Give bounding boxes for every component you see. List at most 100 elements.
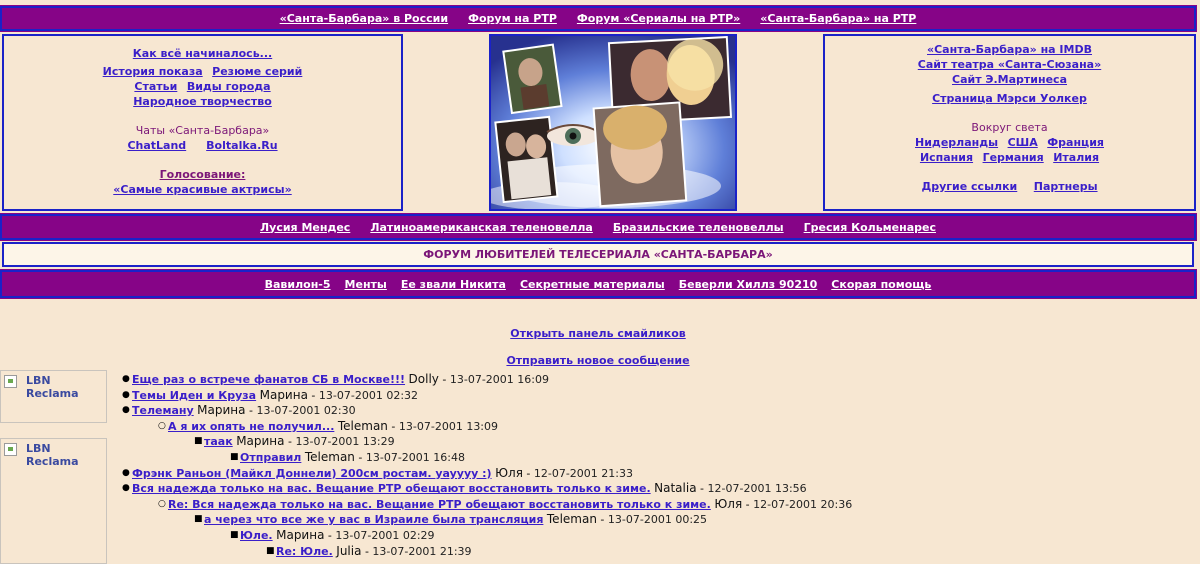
message-title-link[interactable]: Юле.: [240, 529, 273, 542]
link-spain[interactable]: Испания: [920, 151, 973, 164]
left-links-panel: Как всё начиналось... История показа Рез…: [2, 34, 403, 211]
message-title-link[interactable]: А я их опять не получил...: [168, 420, 334, 433]
message-item: ● Фрэнк Раньон (Майкл Доннели) 200см рост…: [122, 465, 633, 480]
ad-label: LBN Reclama: [26, 442, 79, 468]
message-date: 13-07-2001 02:29: [335, 528, 435, 542]
telenovela-nav-bar: Лусия Мендес Латиноамериканская теленове…: [0, 213, 1197, 241]
message-author: Марина: [197, 403, 246, 418]
chats-label: Чаты «Санта-Барбара»: [135, 124, 270, 137]
open-smiley-panel-link[interactable]: Открыть панель смайликов: [510, 327, 686, 340]
message-date: 13-07-2001 21:39: [372, 544, 472, 558]
message-title-link[interactable]: а через что все же у вас в Израиле была …: [204, 513, 543, 526]
bullet-icon: ■: [230, 451, 239, 462]
link-santa-susana-theatre[interactable]: Сайт театра «Санта-Сюзана»: [918, 58, 1101, 71]
broken-image-icon: [4, 443, 17, 456]
link-imdb[interactable]: «Санта-Барбара» на IMDB: [927, 43, 1092, 56]
new-message-link[interactable]: Отправить новое сообщение: [506, 354, 689, 367]
ad-banner[interactable]: LBN Reclama: [0, 370, 107, 423]
message-author: Марина: [276, 527, 325, 542]
message-date: 13-07-2001 00:25: [607, 513, 708, 527]
bullet-icon: ■: [194, 514, 203, 525]
message-item: ■ Отправил Teleman - 13-07-2001 16:48: [230, 449, 465, 464]
nav-x-files[interactable]: Секретные материалы: [520, 278, 665, 291]
ad-banner[interactable]: LBN Reclama: [0, 438, 107, 564]
message-title-link[interactable]: Телеману: [132, 404, 194, 417]
nav-beverly-hills[interactable]: Беверли Хиллз 90210: [679, 278, 818, 291]
nav-santa-barbara-rtr[interactable]: «Санта-Барбара» на РТР: [760, 12, 916, 25]
link-city-views[interactable]: Виды города: [187, 80, 271, 93]
forum-title: ФОРУМ ЛЮБИТЕЛЕЙ ТЕЛЕСЕРИАЛА «САНТА-БАРБА…: [2, 242, 1194, 267]
bullet-icon: ○: [158, 498, 166, 509]
link-how-it-began[interactable]: Как всё начиналось...: [133, 47, 272, 60]
message-date: 13-07-2001 02:32: [318, 388, 419, 402]
message-title-link[interactable]: Еще раз о встрече фанатов СБ в Москве!!!: [132, 373, 405, 386]
message-item: ● Еще раз о встрече фанатов СБ в Москве!!…: [122, 372, 549, 386]
message-title-link[interactable]: Темы Иден и Круза: [132, 389, 256, 402]
message-date: 12-07-2001 20:36: [753, 497, 853, 511]
top-nav-bar: «Санта-Барбара» в России Форум на РТР Фо…: [0, 5, 1197, 32]
link-mercy-walker[interactable]: Страница Мэрси Уолкер: [932, 92, 1087, 105]
message-title-link[interactable]: таак: [204, 435, 233, 448]
message-author: Марина: [236, 434, 285, 449]
link-articles[interactable]: Статьи: [134, 80, 177, 93]
nav-nikita[interactable]: Ее звали Никита: [401, 278, 506, 291]
message-title-link[interactable]: Вся надежда только на вас. Вещание РТР о…: [132, 482, 651, 495]
link-voting-topic[interactable]: «Самые красивые актрисы»: [113, 183, 291, 196]
message-author: Natalia: [654, 481, 697, 496]
link-other-links[interactable]: Другие ссылки: [921, 180, 1017, 193]
message-item: ■ Re: Юле. Julia - 13-07-2001 21:39: [266, 543, 472, 558]
link-partners[interactable]: Партнеры: [1034, 180, 1098, 193]
link-episode-summary[interactable]: Резюме серий: [212, 65, 302, 78]
link-chatland[interactable]: ChatLand: [127, 139, 186, 152]
nav-forum-rtr[interactable]: Форум на РТР: [468, 12, 557, 25]
link-france[interactable]: Франция: [1047, 136, 1104, 149]
message-item: ● Вся надежда только на вас. Вещание РТР …: [122, 481, 807, 496]
message-title-link[interactable]: Re: Вся надежда только на вас. Вещание Р…: [168, 498, 711, 511]
bullet-icon: ●: [122, 467, 130, 478]
message-title-link[interactable]: Фрэнк Раньон (Майкл Доннели) 200см роста…: [132, 467, 492, 480]
link-boltalka[interactable]: Boltalka.Ru: [206, 139, 277, 152]
message-author: Юля: [495, 465, 523, 480]
link-martinez-site[interactable]: Сайт Э.Мартинеса: [952, 73, 1067, 86]
nav-er[interactable]: Скорая помощь: [831, 278, 931, 291]
link-usa[interactable]: США: [1008, 136, 1038, 149]
nav-brazilian-telenovelas[interactable]: Бразильские теленовеллы: [613, 221, 784, 234]
message-author: Марина: [259, 387, 308, 402]
message-author: Julia: [336, 543, 362, 558]
bullet-icon: ●: [122, 374, 130, 384]
smiley-panel-row: Открыть панель смайликов: [0, 327, 1196, 340]
link-show-history[interactable]: История показа: [103, 65, 203, 78]
new-message-row: Отправить новое сообщение: [0, 354, 1196, 367]
broken-image-icon: [4, 375, 17, 388]
nav-forum-series-rtr[interactable]: Форум «Сериалы на РТР»: [577, 12, 740, 25]
message-item: ● Телеману Марина - 13-07-2001 02:30: [122, 403, 356, 418]
forum-title-text: ФОРУМ ЛЮБИТЕЛЕЙ ТЕЛЕСЕРИАЛА «САНТА-БАРБА…: [423, 248, 773, 261]
nav-babylon-5[interactable]: Вавилон-5: [265, 278, 331, 291]
nav-lucia-mendez[interactable]: Лусия Мендес: [260, 221, 350, 234]
right-links-panel: «Санта-Барбара» на IMDB Сайт театра «Сан…: [823, 34, 1196, 211]
nav-menty[interactable]: Менты: [345, 278, 387, 291]
nav-grecia-colmenares[interactable]: Гресия Кольменарес: [804, 221, 936, 234]
link-italy[interactable]: Италия: [1053, 151, 1099, 164]
message-date: 13-07-2001 16:48: [365, 450, 465, 464]
message-author: Teleman: [304, 449, 355, 464]
message-title-link[interactable]: Отправил: [240, 451, 301, 464]
bullet-icon: ■: [266, 545, 275, 556]
link-netherlands[interactable]: Нидерланды: [915, 136, 998, 149]
nav-santa-barbara-russia[interactable]: «Санта-Барбара» в России: [280, 12, 448, 25]
nav-latin-telenovela[interactable]: Латиноамериканская теленовелла: [370, 221, 593, 234]
message-item: ■ таак Марина - 13-07-2001 13:29: [194, 434, 395, 449]
message-item: ○ Re: Вся надежда только на вас. Вещание …: [158, 496, 853, 511]
link-folk-art[interactable]: Народное творчество: [133, 95, 272, 108]
message-date: 13-07-2001 16:09: [449, 373, 549, 386]
link-voting[interactable]: Голосование:: [160, 168, 246, 181]
message-date: 12-07-2001 13:56: [707, 482, 807, 496]
bullet-icon: ●: [122, 389, 130, 400]
message-item: ○ А я их опять не получил... Teleman - 13…: [158, 418, 499, 433]
message-author: Юля: [714, 496, 743, 511]
message-item: ■ Юле. Марина - 13-07-2001 02:29: [230, 527, 435, 542]
message-title-link[interactable]: Re: Юле.: [276, 545, 333, 558]
santa-barbara-collage-image: [489, 34, 737, 211]
link-germany[interactable]: Германия: [983, 151, 1044, 164]
bullet-icon: ■: [194, 436, 203, 447]
